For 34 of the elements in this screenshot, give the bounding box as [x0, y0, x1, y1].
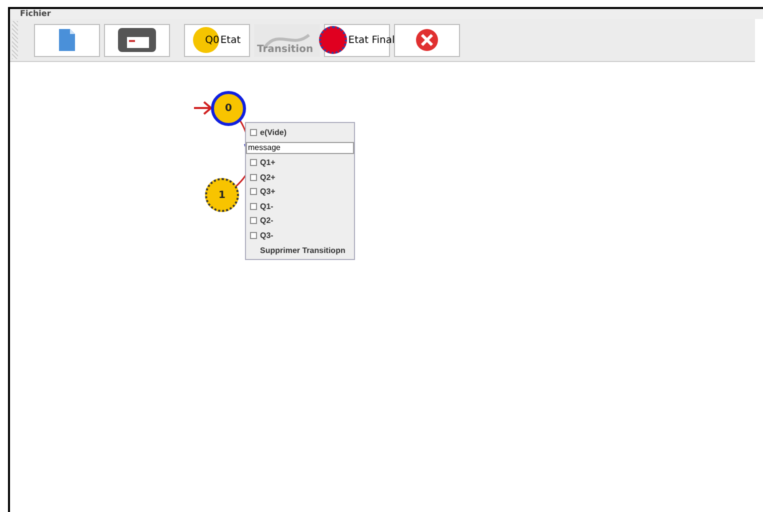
- checkbox[interactable]: [250, 202, 257, 210]
- final-state-icon: [319, 26, 348, 54]
- checkbox[interactable]: [250, 232, 257, 239]
- checkbox[interactable]: [250, 174, 257, 181]
- menu-label: Q1-: [260, 202, 274, 211]
- input-field[interactable]: message: [246, 142, 354, 154]
- menu-item[interactable]: Q2-: [246, 214, 354, 228]
- save-button[interactable]: [104, 24, 170, 56]
- state-badge: Q0: [193, 27, 220, 53]
- menu-item[interactable]: Supprimer Transitiopn: [246, 242, 354, 256]
- document-icon: [57, 27, 77, 53]
- menu-item[interactable]: Q3-: [246, 228, 354, 242]
- menu-item[interactable]: Q1+: [246, 156, 354, 170]
- menu-label: Q3+: [260, 187, 276, 196]
- menu-label: Q3-: [260, 230, 274, 240]
- menu-label: Q2-: [260, 216, 274, 226]
- menu-item[interactable]: Fichier: [20, 9, 51, 19]
- menu-label: Q2+: [260, 172, 276, 182]
- menu-item[interactable]: Q1-: [246, 199, 354, 214]
- delete-button[interactable]: [394, 24, 460, 56]
- state-button[interactable]: Q0Etat: [184, 24, 250, 56]
- checkbox[interactable]: [250, 159, 257, 166]
- checkbox[interactable]: [250, 188, 257, 196]
- checkbox[interactable]: [250, 217, 257, 224]
- close-icon: [415, 28, 439, 52]
- new-button[interactable]: [34, 24, 100, 56]
- state-node[interactable]: 1: [205, 178, 239, 212]
- menu-label: Q1+: [260, 158, 276, 168]
- checkbox[interactable]: [250, 128, 257, 136]
- state-node[interactable]: 0: [211, 91, 246, 126]
- menu-item[interactable]: Q3+: [246, 184, 354, 199]
- menu-item[interactable]: e(Vide): [246, 125, 354, 140]
- menu-item[interactable]: Q2+: [246, 170, 354, 184]
- menu-label: e(Vide): [260, 128, 287, 137]
